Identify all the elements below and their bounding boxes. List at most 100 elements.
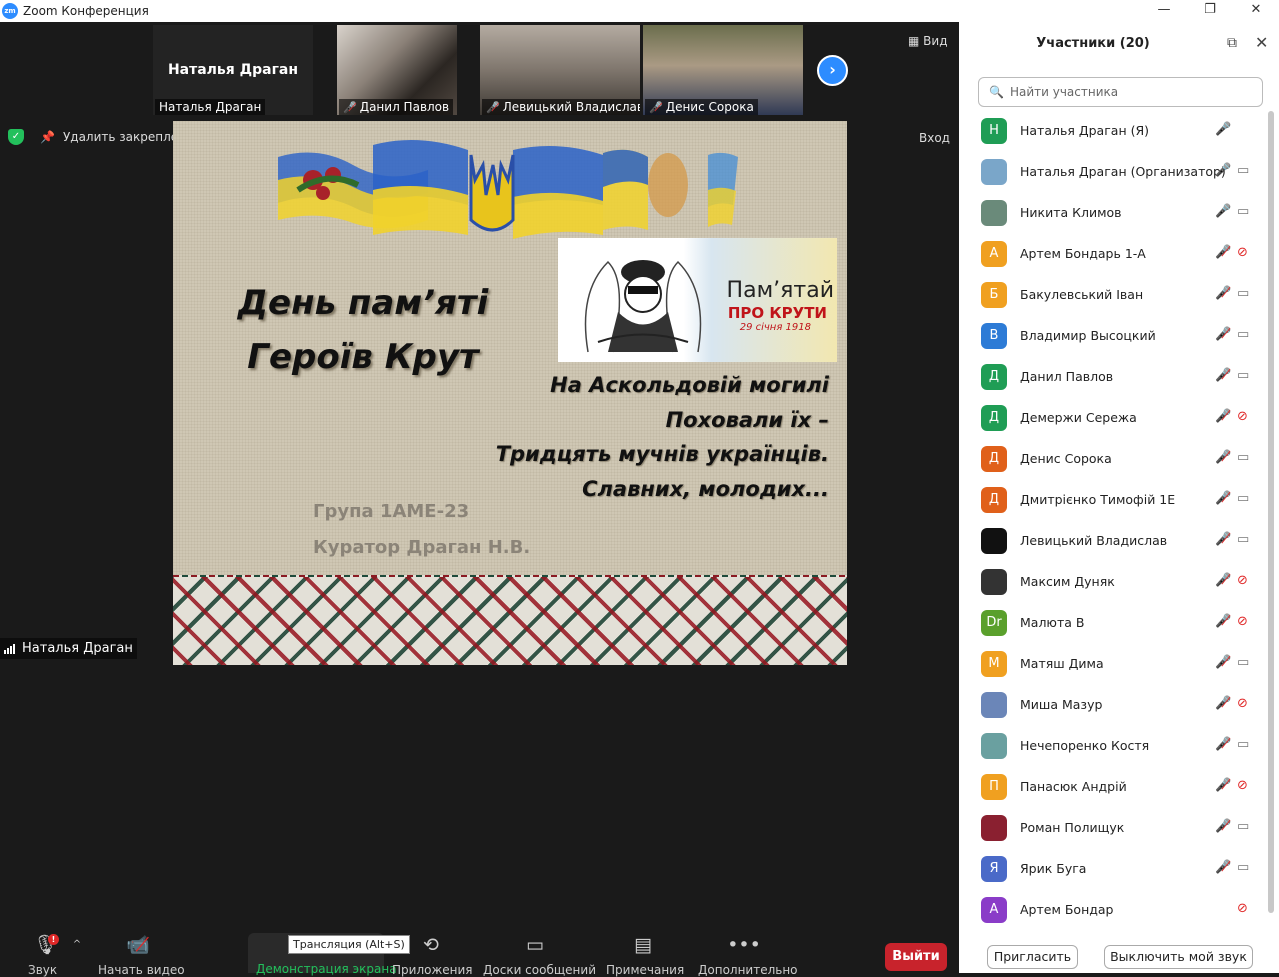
mic-muted-icon[interactable]: 🎤̸ — [1215, 368, 1231, 383]
video-camera-icon[interactable]: ▭ — [1237, 532, 1249, 547]
poster-text-date: 29 січня 1918 — [739, 322, 811, 333]
popout-icon[interactable]: ⧉ — [1227, 35, 1237, 51]
maximize-button[interactable]: ❐ — [1187, 0, 1233, 22]
participant-name: Демержи Сережа — [1020, 410, 1137, 425]
video-off-icon[interactable]: ⊘ — [1237, 901, 1248, 916]
microphone-icon[interactable]: 🎤 — [1215, 163, 1231, 178]
avatar — [981, 158, 1007, 185]
mic-muted-icon[interactable]: 🎤̸ — [1215, 327, 1231, 342]
slide-group-label: Група 1АМЕ-23 — [313, 501, 470, 522]
participants-scrollbar[interactable] — [1268, 111, 1274, 913]
more-button[interactable]: ••• Дополнительно — [698, 933, 798, 977]
video-camera-icon[interactable]: ▭ — [1237, 204, 1249, 219]
participant-row[interactable]: Д Дмитрієнко Тимофій 1Е 🎤̸ ▭ — [959, 479, 1269, 520]
participant-row[interactable]: Д Данил Павлов 🎤̸ ▭ — [959, 356, 1269, 397]
avatar: П — [981, 773, 1007, 800]
next-page-arrow-icon[interactable]: › — [817, 55, 848, 86]
participant-row[interactable]: Левицький Владислав 🎤̸ ▭ — [959, 520, 1269, 561]
memorial-poster-image: Пам’ятай ПРО КРУТИ 29 січня 1918 — [558, 238, 837, 362]
mic-muted-icon[interactable]: 🎤̸ — [1215, 614, 1231, 629]
apps-label: Приложения — [392, 963, 473, 977]
video-camera-icon[interactable]: ▭ — [1237, 450, 1249, 465]
microphone-icon[interactable]: 🎤 — [1215, 204, 1231, 219]
participant-row[interactable]: Д Демержи Сережа 🎤̸ ⊘ — [959, 397, 1269, 438]
participant-video-thumbnail[interactable]: 🎤̸ Данил Павлов — [337, 25, 457, 115]
leave-button[interactable]: Выйти — [885, 943, 947, 971]
invite-button[interactable]: Пригласить — [987, 945, 1078, 969]
participant-row[interactable]: В Владимир Высоцкий 🎤̸ ▭ — [959, 315, 1269, 356]
participant-row[interactable]: Роман Полищук 🎤̸ ▭ — [959, 807, 1269, 848]
participant-row[interactable]: Максим Дуняк 🎤̸ ⊘ — [959, 561, 1269, 602]
video-camera-icon[interactable]: ▭ — [1237, 655, 1249, 670]
participant-row[interactable]: М Матяш Дима 🎤̸ ▭ — [959, 643, 1269, 684]
mic-muted-icon[interactable]: 🎤̸ — [1215, 245, 1231, 260]
video-camera-icon[interactable]: ▭ — [1237, 368, 1249, 383]
enter-button[interactable]: Вход — [919, 131, 950, 145]
mic-muted-icon[interactable]: 🎤̸ — [1215, 532, 1231, 547]
participant-row[interactable]: А Артем Бондар ⊘ — [959, 889, 1269, 930]
avatar — [981, 199, 1007, 226]
video-camera-icon[interactable]: ▭ — [1237, 491, 1249, 506]
participant-row[interactable]: Миша Мазур 🎤̸ ⊘ — [959, 684, 1269, 725]
video-off-icon[interactable]: ⊘ — [1237, 614, 1248, 629]
participant-video-thumbnail[interactable]: 🎤̸ Левицький Владислав — [480, 25, 640, 115]
video-camera-icon[interactable]: ▭ — [1237, 737, 1249, 752]
video-camera-icon[interactable]: ▭ — [1237, 163, 1249, 178]
host-video-thumbnail[interactable]: Наталья Драган Наталья Драган — [153, 25, 313, 115]
video-off-icon[interactable]: ⊘ — [1237, 409, 1248, 424]
video-camera-icon[interactable]: ▭ — [1237, 819, 1249, 834]
mic-muted-icon[interactable]: 🎤̸ — [1215, 655, 1231, 670]
mic-muted-icon[interactable]: 🎤̸ — [1215, 696, 1231, 711]
mic-muted-icon[interactable]: 🎤̸ — [1215, 450, 1231, 465]
video-camera-icon[interactable]: ▭ — [1237, 860, 1249, 875]
minimize-button[interactable]: — — [1141, 0, 1187, 22]
mic-muted-icon[interactable]: 🎤̸ — [1215, 860, 1231, 875]
poem-line: Славних, молодих... — [582, 476, 829, 501]
participant-row[interactable]: П Панасюк Андрій 🎤̸ ⊘ — [959, 766, 1269, 807]
participant-name: Наталья Драган (Организатор) — [1020, 164, 1226, 179]
mute-self-button[interactable]: Выключить мой звук — [1104, 945, 1253, 969]
microphone-icon[interactable]: 🎤 — [1215, 122, 1231, 137]
zoom-logo-icon: zm — [2, 3, 18, 19]
mic-muted-icon[interactable]: 🎤̸ — [1215, 819, 1231, 834]
participant-row[interactable]: Д Денис Сорока 🎤̸ ▭ — [959, 438, 1269, 479]
unpin-label[interactable]: Удалить закреплен — [63, 130, 186, 144]
mic-muted-icon[interactable]: 🎤̸ — [1215, 409, 1231, 424]
participant-name: Денис Сорока — [1020, 451, 1112, 466]
apps-button[interactable]: ⟲ Приложения — [392, 933, 473, 977]
participant-row[interactable]: Н Наталья Драган (Я) 🎤 — [959, 110, 1269, 151]
whiteboards-label: Доски сообщений — [483, 963, 596, 977]
participant-row[interactable]: Наталья Драган (Организатор) 🎤 ▭ — [959, 151, 1269, 192]
participant-row[interactable]: А Артем Бондарь 1-А 🎤̸ ⊘ — [959, 233, 1269, 274]
close-window-button[interactable]: ✕ — [1233, 0, 1279, 22]
video-off-icon[interactable]: ⊘ — [1237, 245, 1248, 260]
view-button[interactable]: ▦ Вид — [908, 34, 948, 48]
mic-muted-icon[interactable]: 🎤̸ — [1215, 737, 1231, 752]
mic-muted-icon[interactable]: 🎤̸ — [1215, 778, 1231, 793]
start-video-button[interactable]: 📹̸ Начать видео — [98, 933, 185, 977]
avatar: Н — [981, 117, 1007, 144]
video-off-icon[interactable]: ⊘ — [1237, 573, 1248, 588]
video-off-icon[interactable]: ⊘ — [1237, 696, 1248, 711]
participant-name: Артем Бондарь 1-А — [1020, 246, 1146, 261]
participant-row[interactable]: Никита Климов 🎤 ▭ — [959, 192, 1269, 233]
participant-search[interactable]: 🔍 — [978, 77, 1263, 107]
participant-row[interactable]: Нечепоренко Костя 🎤̸ ▭ — [959, 725, 1269, 766]
notes-button[interactable]: ▤ Примечания — [606, 933, 684, 977]
search-input[interactable] — [1009, 85, 1250, 99]
participant-row[interactable]: Я Ярик Буга 🎤̸ ▭ — [959, 848, 1269, 889]
video-off-icon[interactable]: ⊘ — [1237, 778, 1248, 793]
apps-icon: ⟲ — [423, 934, 439, 956]
video-camera-icon[interactable]: ▭ — [1237, 286, 1249, 301]
close-icon[interactable]: ✕ — [1255, 33, 1268, 52]
participant-video-thumbnail[interactable]: 🎤̸ Денис Сорока — [643, 25, 803, 115]
whiteboards-button[interactable]: ▭ Доски сообщений — [483, 933, 596, 977]
mic-muted-icon[interactable]: 🎤̸ — [1215, 573, 1231, 588]
encryption-shield-icon[interactable]: ✓ — [8, 129, 24, 145]
mic-muted-icon[interactable]: 🎤̸ — [1215, 491, 1231, 506]
audio-options-caret[interactable]: ^ — [70, 933, 84, 957]
mic-muted-icon[interactable]: 🎤̸ — [1215, 286, 1231, 301]
participant-row[interactable]: Dr Малюта В 🎤̸ ⊘ — [959, 602, 1269, 643]
participant-row[interactable]: Б Бакулевський Іван 🎤̸ ▭ — [959, 274, 1269, 315]
video-camera-icon[interactable]: ▭ — [1237, 327, 1249, 342]
